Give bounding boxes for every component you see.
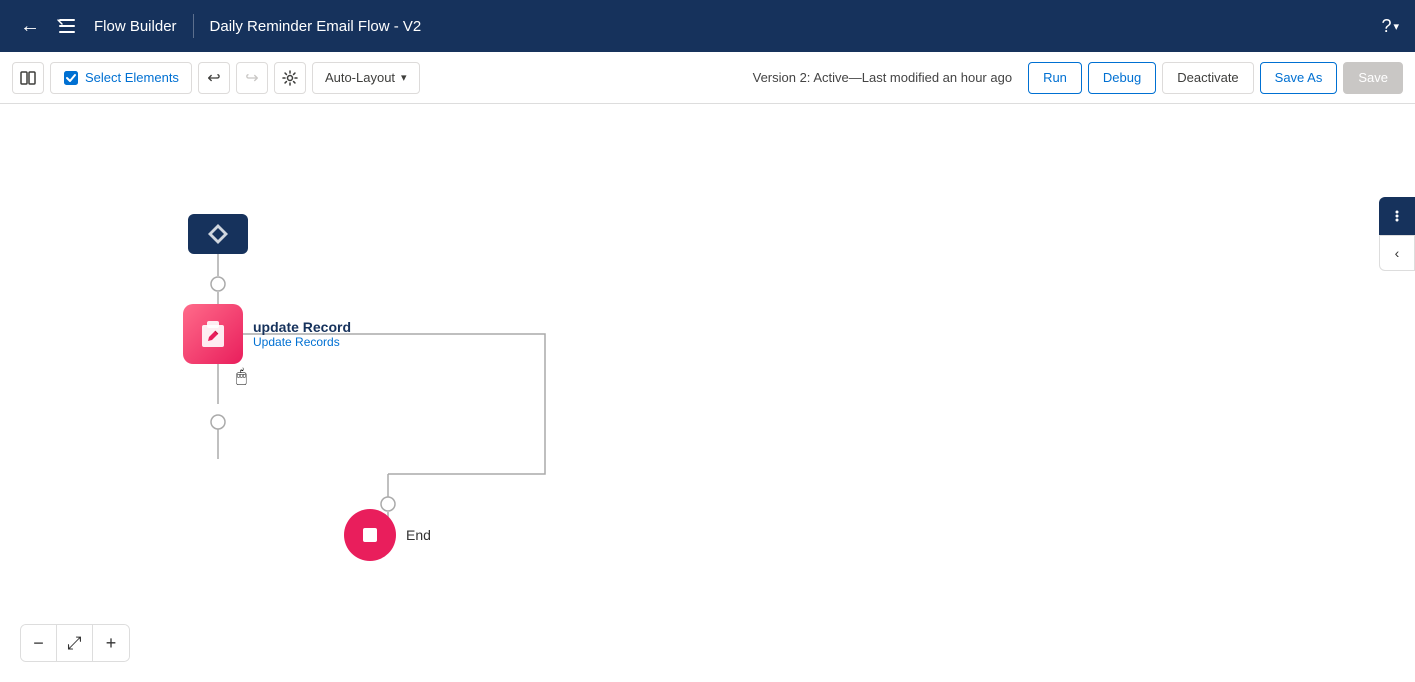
panel-menu-icon: [1388, 207, 1406, 225]
checkbox-icon: [63, 70, 79, 86]
redo-icon: ↪: [245, 68, 258, 88]
deactivate-label: Deactivate: [1177, 70, 1238, 85]
update-record-title: update Record: [253, 319, 351, 335]
save-button[interactable]: Save: [1343, 62, 1403, 94]
back-button[interactable]: ←: [16, 11, 44, 42]
zoom-fit-icon: ⤢: [67, 633, 81, 654]
settings-button[interactable]: [274, 62, 306, 94]
run-label: Run: [1043, 70, 1067, 85]
back-icon: ←: [20, 15, 40, 38]
nav-bar: ← Flow Builder Daily Reminder Email Flow…: [0, 0, 1415, 52]
end-node-icon: [358, 523, 382, 547]
zoom-out-icon: −: [33, 633, 44, 654]
save-as-button[interactable]: Save As: [1260, 62, 1338, 94]
deactivate-button[interactable]: Deactivate: [1162, 62, 1253, 94]
chevron-left-icon: ‹: [1395, 245, 1400, 261]
toggle-sidebar-button[interactable]: [12, 62, 44, 94]
app-name: Flow Builder: [94, 18, 177, 35]
zoom-in-icon: +: [106, 633, 117, 654]
end-node-circle: [344, 509, 396, 561]
select-elements-label: Select Elements: [85, 70, 179, 85]
flow-connectors: [0, 104, 1415, 682]
run-button[interactable]: Run: [1028, 62, 1082, 94]
update-record-icon: [196, 317, 230, 351]
nav-divider: [193, 14, 194, 38]
auto-layout-button[interactable]: Auto-Layout ▾: [312, 62, 420, 94]
right-panel-chevron-button[interactable]: ‹: [1379, 235, 1415, 271]
gear-icon: [282, 70, 298, 86]
help-button[interactable]: ? ▾: [1381, 16, 1399, 37]
zoom-in-button[interactable]: +: [93, 625, 129, 661]
start-node-icon: [204, 220, 232, 248]
end-node-label: End: [406, 527, 431, 543]
sidebar-toggle-icon: [20, 70, 36, 86]
undo-button[interactable]: ↩: [198, 62, 230, 94]
version-status: Version 2: Active—Last modified an hour …: [753, 70, 1012, 85]
save-label: Save: [1358, 70, 1388, 85]
update-record-label: update Record Update Records: [253, 319, 351, 349]
redo-button[interactable]: ↪: [236, 62, 268, 94]
help-dropdown-icon: ▾: [1393, 20, 1399, 33]
app-logo: [56, 15, 78, 37]
zoom-controls: − ⤢ +: [20, 624, 130, 662]
zoom-fit-button[interactable]: ⤢: [57, 625, 93, 661]
flow-canvas[interactable]: update Record Update Records 🖱 End ‹: [0, 104, 1415, 682]
start-node[interactable]: [188, 214, 248, 254]
debug-button[interactable]: Debug: [1088, 62, 1156, 94]
flow-title: Daily Reminder Email Flow - V2: [210, 18, 422, 35]
update-record-node[interactable]: update Record Update Records: [183, 304, 351, 364]
end-node[interactable]: End: [344, 509, 431, 561]
cursor-pointer-indicator: 🖱: [236, 366, 247, 387]
undo-icon: ↩: [207, 68, 220, 88]
save-as-label: Save As: [1275, 70, 1323, 85]
right-panel: ‹: [1379, 197, 1415, 271]
debug-label: Debug: [1103, 70, 1141, 85]
select-elements-button[interactable]: Select Elements: [50, 62, 192, 94]
right-panel-dark: [1379, 197, 1415, 235]
update-record-icon-box: [183, 304, 243, 364]
help-icon: ?: [1381, 16, 1391, 37]
update-record-subtitle: Update Records: [253, 335, 351, 349]
zoom-out-button[interactable]: −: [21, 625, 57, 661]
auto-layout-label: Auto-Layout: [325, 70, 395, 85]
toolbar: Select Elements ↩ ↪ Auto-Layout ▾ Versio…: [0, 52, 1415, 104]
auto-layout-dropdown-icon: ▾: [401, 71, 407, 84]
